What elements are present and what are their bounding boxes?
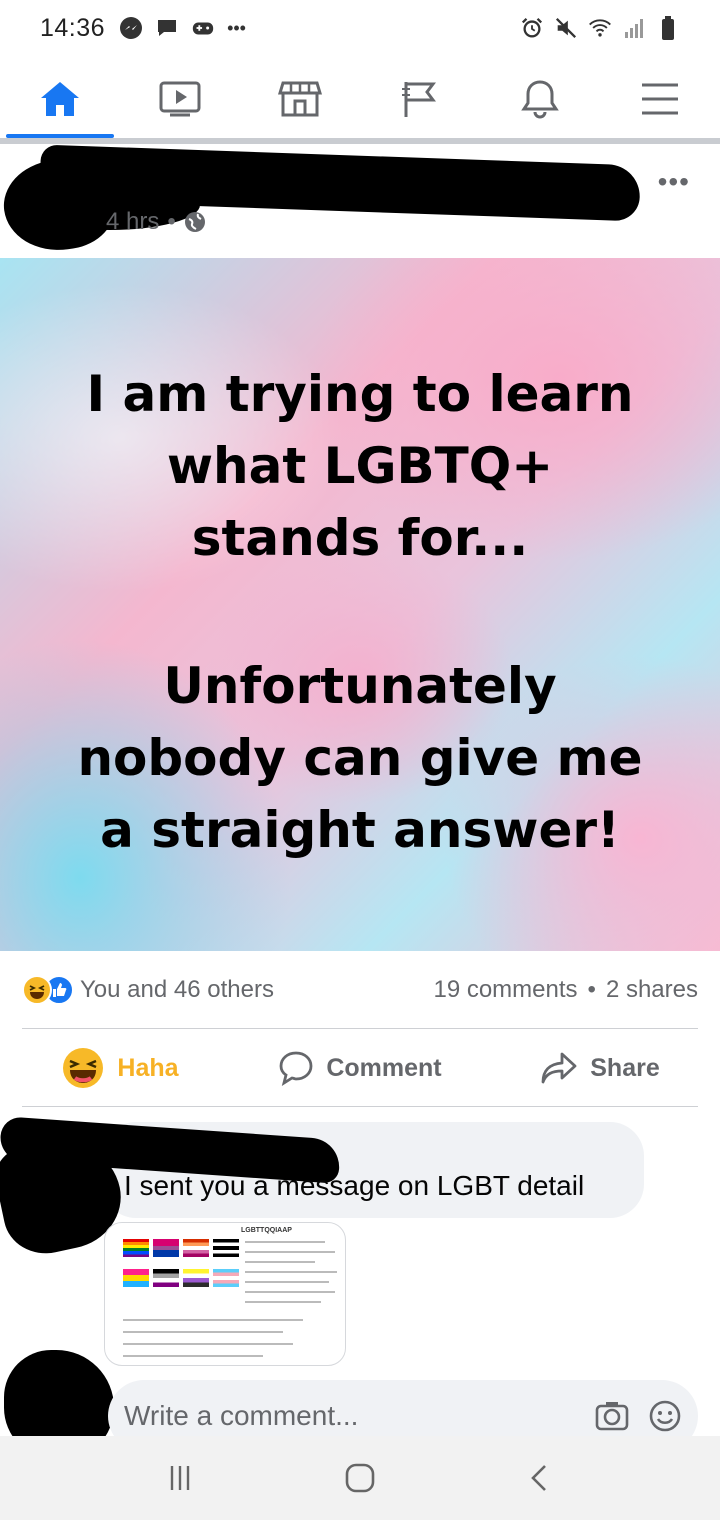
attachment-text-line [245,1301,321,1303]
attachment-text-line [245,1251,335,1253]
haha-label: Haha [117,1053,179,1082]
pan-flag-icon [123,1269,149,1287]
emoji-icon[interactable] [648,1399,682,1433]
attachment-text-line [245,1241,325,1243]
reaction-icons[interactable] [22,975,74,1005]
haha-button[interactable]: Haha [0,1046,240,1090]
globe-icon [184,212,205,232]
comment-button[interactable]: Comment [240,1050,480,1086]
attachment-text-line [123,1331,283,1333]
top-nav [0,60,720,138]
comment-label: Comment [326,1053,442,1082]
ace-flag-icon [153,1269,179,1287]
nav-tab-menu[interactable] [600,60,720,138]
pages-flag-icon [402,82,436,117]
divider [22,1028,698,1029]
wifi-icon [588,16,612,40]
battery-icon [656,16,680,40]
meta-separator: • [167,208,176,235]
status-more-icon: ••• [227,17,246,38]
post-image-text-question: I am trying to learn what LGBTQ+ stands … [86,365,634,567]
attachment-text-line [245,1291,335,1293]
shares-count[interactable]: 2 shares [606,976,698,1004]
post-actions: Haha Comment Share [0,1030,720,1106]
home-icon [41,82,79,116]
lesbian-flag-icon [183,1239,209,1257]
nonbinary-flag-icon [183,1269,209,1287]
watch-icon [159,81,201,117]
attachment-text-line [245,1271,337,1273]
nav-tab-home[interactable] [0,60,120,138]
menu-icon [642,83,678,115]
home-button-icon[interactable] [344,1462,376,1494]
attachment-text-line [123,1343,293,1345]
comment-attachment-image[interactable]: LGBTTQQIAAP [104,1222,346,1366]
post-image[interactable]: I am trying to learn what LGBTQ+ stands … [0,258,720,951]
camera-icon[interactable] [594,1400,630,1432]
post-time[interactable]: 4 hrs [106,208,159,236]
share-icon [541,1052,577,1084]
status-bar: 14:36 ••• [0,0,720,56]
attachment-text-line [245,1261,315,1263]
notifications-icon [521,80,559,119]
alarm-icon [520,16,544,40]
game-icon [191,16,215,40]
mute-icon [554,16,578,40]
rainbow-flag-icon [123,1239,149,1257]
marketplace-icon [278,81,322,117]
post-image-text-punchline: Unfortunately nobody can give me a strai… [77,657,643,859]
bi-flag-icon [153,1239,179,1257]
divider [22,1106,698,1107]
status-time: 14:36 [40,13,106,42]
chat-icon [155,16,179,40]
comments-count[interactable]: 19 comments [433,976,577,1004]
comment-text: I sent you a message on LGBT detail [124,1170,585,1201]
attachment-title: LGBTTQQIAAP [241,1227,292,1234]
signal-icon [622,16,646,40]
ally-flag-icon [213,1239,239,1257]
comment-icon [279,1051,313,1086]
reactions-summary: You and 46 others 19 comments • 2 shares [0,960,720,1020]
share-label: Share [590,1053,660,1082]
attachment-text-line [123,1319,303,1321]
comment-input[interactable] [124,1400,594,1432]
messenger-icon [119,16,143,40]
attachment-text-line [245,1281,329,1283]
haha-reaction-icon [22,975,52,1005]
post-more-options[interactable]: ••• [658,166,690,198]
recent-apps-icon[interactable] [165,1463,195,1493]
back-icon[interactable] [525,1463,555,1493]
stats-separator: • [587,976,596,1003]
nav-tab-watch[interactable] [120,60,240,138]
share-button[interactable]: Share [480,1051,720,1085]
post-meta: 4 hrs • [106,208,206,236]
reactions-count[interactable]: You and 46 others [80,976,274,1004]
nav-tab-pages[interactable] [360,60,480,138]
nav-tab-marketplace[interactable] [240,60,360,138]
trans-flag-icon [213,1269,239,1287]
attachment-text-line [123,1355,263,1357]
nav-tab-notifications[interactable] [480,60,600,138]
system-nav-bar [0,1436,720,1520]
haha-emoji-icon [63,1048,104,1088]
